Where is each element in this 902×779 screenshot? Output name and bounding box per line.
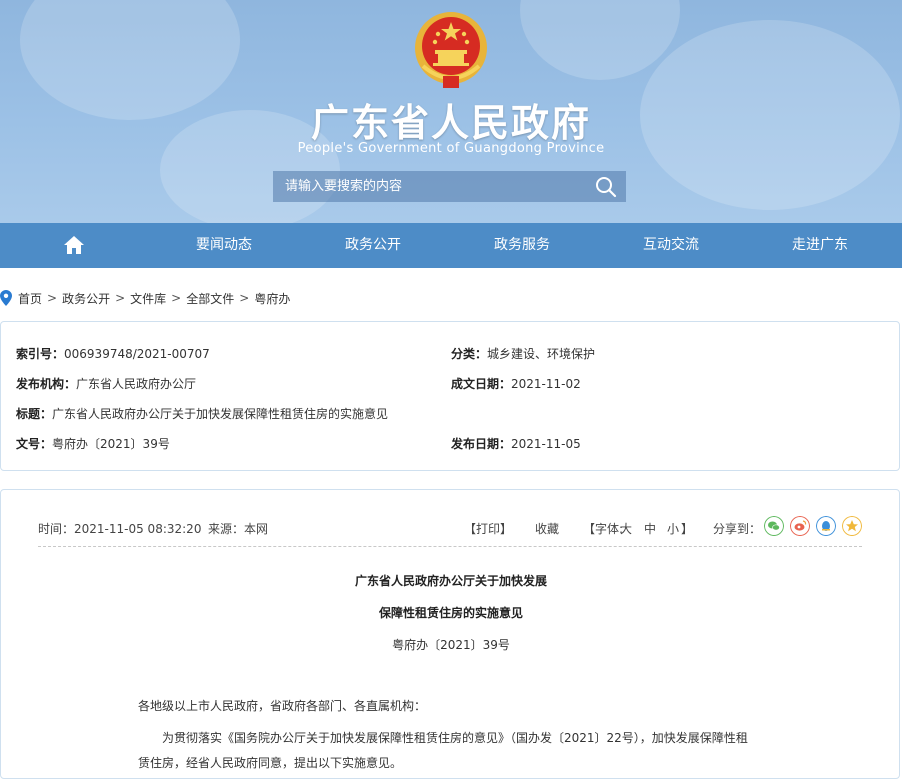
meta-written-value: 2021-11-02: [511, 377, 581, 391]
meta-publisher-value: 广东省人民政府办公厅: [76, 377, 197, 391]
meta-category-value: 城乡建设、环境保护: [487, 347, 596, 361]
meta-title-value: 广东省人民政府办公厅关于加快发展保障性租赁住房的实施意见: [52, 407, 389, 421]
meta-publisher-label: 发布机构：: [16, 377, 77, 391]
meta-category: 分类：城乡建设、环境保护: [451, 345, 595, 362]
breadcrumb-gov-affairs[interactable]: 政务公开: [62, 290, 110, 307]
qzone-share-icon[interactable]: [842, 516, 862, 536]
search-box: [273, 171, 626, 202]
breadcrumb-all-files[interactable]: 全部文件: [186, 290, 234, 307]
meta-publisher: 发布机构：广东省人民政府办公厅: [16, 375, 196, 392]
meta-docno-label: 文号：: [16, 437, 53, 451]
font-size-label: 【字体:: [583, 522, 624, 536]
breadcrumb-separator: >: [47, 291, 58, 305]
site-title: 广东省人民政府: [310, 101, 591, 145]
meta-publish-date: 发布日期：2021-11-05: [451, 435, 581, 452]
font-size-close: 】: [681, 522, 694, 536]
nav-item-news[interactable]: 要闻动态: [170, 223, 278, 268]
article-title-line2: 保障性租赁住房的实施意见: [378, 606, 523, 620]
header-banner: 广东省人民政府 People's Government of Guangdong…: [0, 0, 902, 223]
location-pin-icon: [0, 290, 12, 306]
font-large-button[interactable]: 大: [620, 520, 632, 537]
breadcrumb-separator: >: [115, 291, 126, 305]
meta-title: 标题：广东省人民政府办公厅关于加快发展保障性租赁住房的实施意见: [16, 405, 388, 422]
meta-docno: 文号：粤府办〔2021〕39号: [16, 435, 170, 452]
qq-share-icon[interactable]: [816, 516, 836, 536]
document-meta-panel: 索引号：006939748/2021-00707 分类：城乡建设、环境保护 发布…: [0, 321, 900, 471]
weibo-share-icon[interactable]: [790, 516, 810, 536]
nav-item-gov-affairs[interactable]: 政务公开: [319, 223, 427, 268]
search-input[interactable]: [273, 171, 591, 202]
article-body-line1: 为贯彻落实《国务院办公厅关于加快发展保障性租赁住房的意见》（国办发〔2021〕2…: [162, 731, 748, 745]
national-emblem-icon: [415, 12, 487, 88]
font-small-button[interactable]: 小: [667, 520, 679, 537]
print-button[interactable]: 【打印】: [464, 520, 512, 537]
article-body-line2: 赁住房，经省人民政府同意，提出以下实施意见。: [138, 756, 403, 770]
wechat-share-icon[interactable]: [764, 516, 784, 536]
article-title-line1: 广东省人民政府办公厅关于加快发展: [354, 574, 547, 588]
meta-pubdate-label: 发布日期：: [451, 437, 512, 451]
home-icon[interactable]: [63, 235, 85, 255]
breadcrumb-library[interactable]: 文件库: [130, 290, 166, 307]
toolbar-divider: [38, 546, 862, 547]
article-toolbar: 时间：2021-11-05 08:32:20 来源：本网 【打印】 收藏 【字体…: [38, 516, 862, 540]
meta-written-date: 成文日期：2021-11-02: [451, 375, 581, 392]
search-icon[interactable]: [594, 175, 618, 199]
meta-written-label: 成文日期：: [451, 377, 512, 391]
breadcrumb-home[interactable]: 首页: [18, 290, 42, 307]
meta-pubdate-value: 2021-11-05: [511, 437, 581, 451]
article-panel: 时间：2021-11-05 08:32:20 来源：本网 【打印】 收藏 【字体…: [0, 489, 900, 779]
article-time: 时间：2021-11-05 08:32:20: [38, 522, 202, 536]
breadcrumb: 首页 > 政务公开 > 文件库 > 全部文件 > 粤府办: [0, 288, 290, 308]
article-salutation: 各地级以上市人民政府，省政府各部门、各直属机构：: [138, 699, 427, 713]
meta-index: 索引号：006939748/2021-00707: [16, 345, 210, 362]
main-nav: 要闻动态 政务公开 政务服务 互动交流 走进广东: [0, 223, 902, 268]
breadcrumb-current[interactable]: 粤府办: [254, 290, 290, 307]
nav-item-services[interactable]: 政务服务: [468, 223, 576, 268]
article-doc-number: 粤府办〔2021〕39号: [392, 638, 510, 652]
meta-index-value: 006939748/2021-00707: [64, 347, 210, 361]
favorite-button[interactable]: 收藏: [535, 520, 559, 537]
breadcrumb-separator: >: [239, 291, 250, 305]
meta-title-label: 标题：: [16, 407, 53, 421]
nav-item-about[interactable]: 走进广东: [766, 223, 874, 268]
font-medium-button[interactable]: 中: [644, 520, 656, 537]
meta-index-label: 索引号：: [16, 347, 65, 361]
meta-category-label: 分类：: [451, 347, 488, 361]
meta-docno-value: 粤府办〔2021〕39号: [52, 437, 170, 451]
site-subtitle: People's Government of Guangdong Provinc…: [297, 141, 605, 156]
article-source: 来源：本网: [208, 522, 269, 536]
nav-item-interaction[interactable]: 互动交流: [617, 223, 725, 268]
share-label: 分享到：: [713, 522, 762, 536]
breadcrumb-separator: >: [171, 291, 182, 305]
